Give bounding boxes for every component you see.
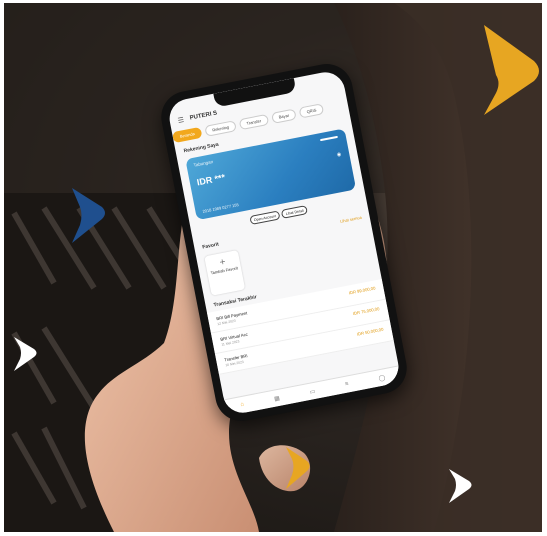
favorite-section-title: Favorit xyxy=(201,241,220,251)
white-arrow-icon xyxy=(14,337,37,371)
detail-button[interactable]: Lihat Detail xyxy=(281,205,309,219)
transaction-amount: IDR 75.000,00 xyxy=(352,306,380,317)
open-account-button[interactable]: Open Account xyxy=(249,210,281,226)
eye-icon[interactable]: ◉ xyxy=(336,152,341,159)
tab-transfer[interactable]: Transfer xyxy=(238,113,270,131)
card-icon[interactable]: ▭ xyxy=(309,387,316,395)
add-favorite-button[interactable]: + Tambah Favorit xyxy=(204,249,246,296)
photo-frame: ☰ PUTERI S Beranda Rekening Transfer Bay… xyxy=(4,3,542,532)
tab-home[interactable]: Beranda xyxy=(171,126,203,144)
transaction-amount: IDR 50.000,00 xyxy=(356,326,384,337)
home-icon[interactable]: ⌂ xyxy=(240,402,245,409)
tab-pay[interactable]: Bayar xyxy=(270,108,297,124)
see-all-link[interactable]: Lihat semua xyxy=(340,214,362,223)
menu-icon[interactable]: ☰ xyxy=(177,116,185,125)
card-balance: IDR *** xyxy=(195,172,226,188)
qris-icon[interactable]: ▦ xyxy=(273,394,281,402)
profile-icon[interactable]: ◯ xyxy=(378,374,386,382)
white-arrow-icon xyxy=(449,469,472,503)
blue-arrow-icon xyxy=(72,188,105,243)
yellow-arrow-icon xyxy=(484,25,539,115)
transaction-amount: IDR 99.000,00 xyxy=(348,285,376,296)
card-number: 2018 1989 0277 155 xyxy=(202,202,240,214)
yellow-arrow-icon xyxy=(286,447,310,489)
tab-qris[interactable]: QRIS xyxy=(298,103,325,119)
tab-account[interactable]: Rekening xyxy=(204,120,237,137)
history-icon[interactable]: ≡ xyxy=(345,381,350,388)
